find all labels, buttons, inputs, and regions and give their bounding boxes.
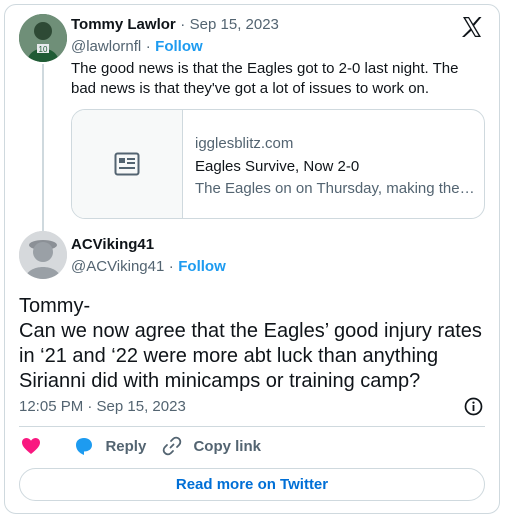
link-description: The Eagles on on Thursday, making the… bbox=[195, 180, 475, 197]
follow-parent-author-link[interactable]: Follow bbox=[155, 38, 203, 55]
link-icon bbox=[162, 436, 182, 456]
article-icon bbox=[114, 152, 140, 176]
svg-text:10: 10 bbox=[39, 45, 48, 54]
follow-author-link[interactable]: Follow bbox=[178, 258, 226, 275]
parent-tweet-date[interactable]: Sep 15, 2023 bbox=[190, 16, 279, 33]
reply-label: Reply bbox=[105, 437, 147, 455]
read-more-button[interactable]: Read more on Twitter bbox=[19, 468, 485, 501]
tweet-timestamp[interactable]: 12:05 PM · Sep 15, 2023 bbox=[19, 398, 186, 415]
acviking41-avatar[interactable] bbox=[19, 231, 67, 279]
parent-handle-row: @lawlornfl · Follow bbox=[71, 38, 203, 56]
tweet-text-greeting: Tommy- bbox=[19, 295, 91, 317]
author-handle[interactable]: @ACViking41 bbox=[71, 258, 164, 275]
tweet-text-body: Can we now agree that the Eagles’ good i… bbox=[19, 320, 482, 392]
copy-link-label: Copy link bbox=[193, 437, 261, 455]
link-domain: igglesblitz.com bbox=[195, 135, 294, 152]
link-preview-card[interactable]: igglesblitz.com Eagles Survive, Now 2-0 … bbox=[71, 109, 485, 219]
tommy-lawlor-avatar[interactable]: 10 bbox=[19, 14, 67, 62]
separator: · bbox=[180, 16, 186, 33]
author-name[interactable]: ACViking41 bbox=[71, 236, 154, 253]
thread-line bbox=[42, 64, 44, 232]
copy-link-button[interactable]: Copy link bbox=[162, 436, 261, 458]
reply-icon bbox=[76, 438, 92, 455]
separator: · bbox=[168, 258, 174, 275]
handle-row: @ACViking41 · Follow bbox=[71, 258, 226, 276]
tweet-text: Tommy- Can we now agree that the Eagles’… bbox=[19, 294, 489, 394]
separator: · bbox=[145, 38, 151, 55]
divider bbox=[19, 426, 485, 427]
tweet-header: ACViking41 bbox=[71, 236, 154, 254]
parent-tweet-text: The good news is that the Eagles got to … bbox=[71, 60, 459, 97]
like-button[interactable] bbox=[21, 437, 43, 457]
parent-author-name[interactable]: Tommy Lawlor bbox=[71, 16, 176, 33]
heart-icon bbox=[22, 438, 40, 454]
link-preview-thumbnail bbox=[72, 110, 183, 218]
reply-button[interactable]: Reply bbox=[73, 436, 146, 458]
link-title: Eagles Survive, Now 2-0 bbox=[195, 158, 360, 175]
parent-tweet-header: Tommy Lawlor · Sep 15, 2023 bbox=[71, 16, 279, 34]
x-logo-icon[interactable] bbox=[460, 15, 484, 39]
info-icon[interactable] bbox=[464, 397, 483, 416]
parent-author-handle[interactable]: @lawlornfl bbox=[71, 38, 141, 55]
